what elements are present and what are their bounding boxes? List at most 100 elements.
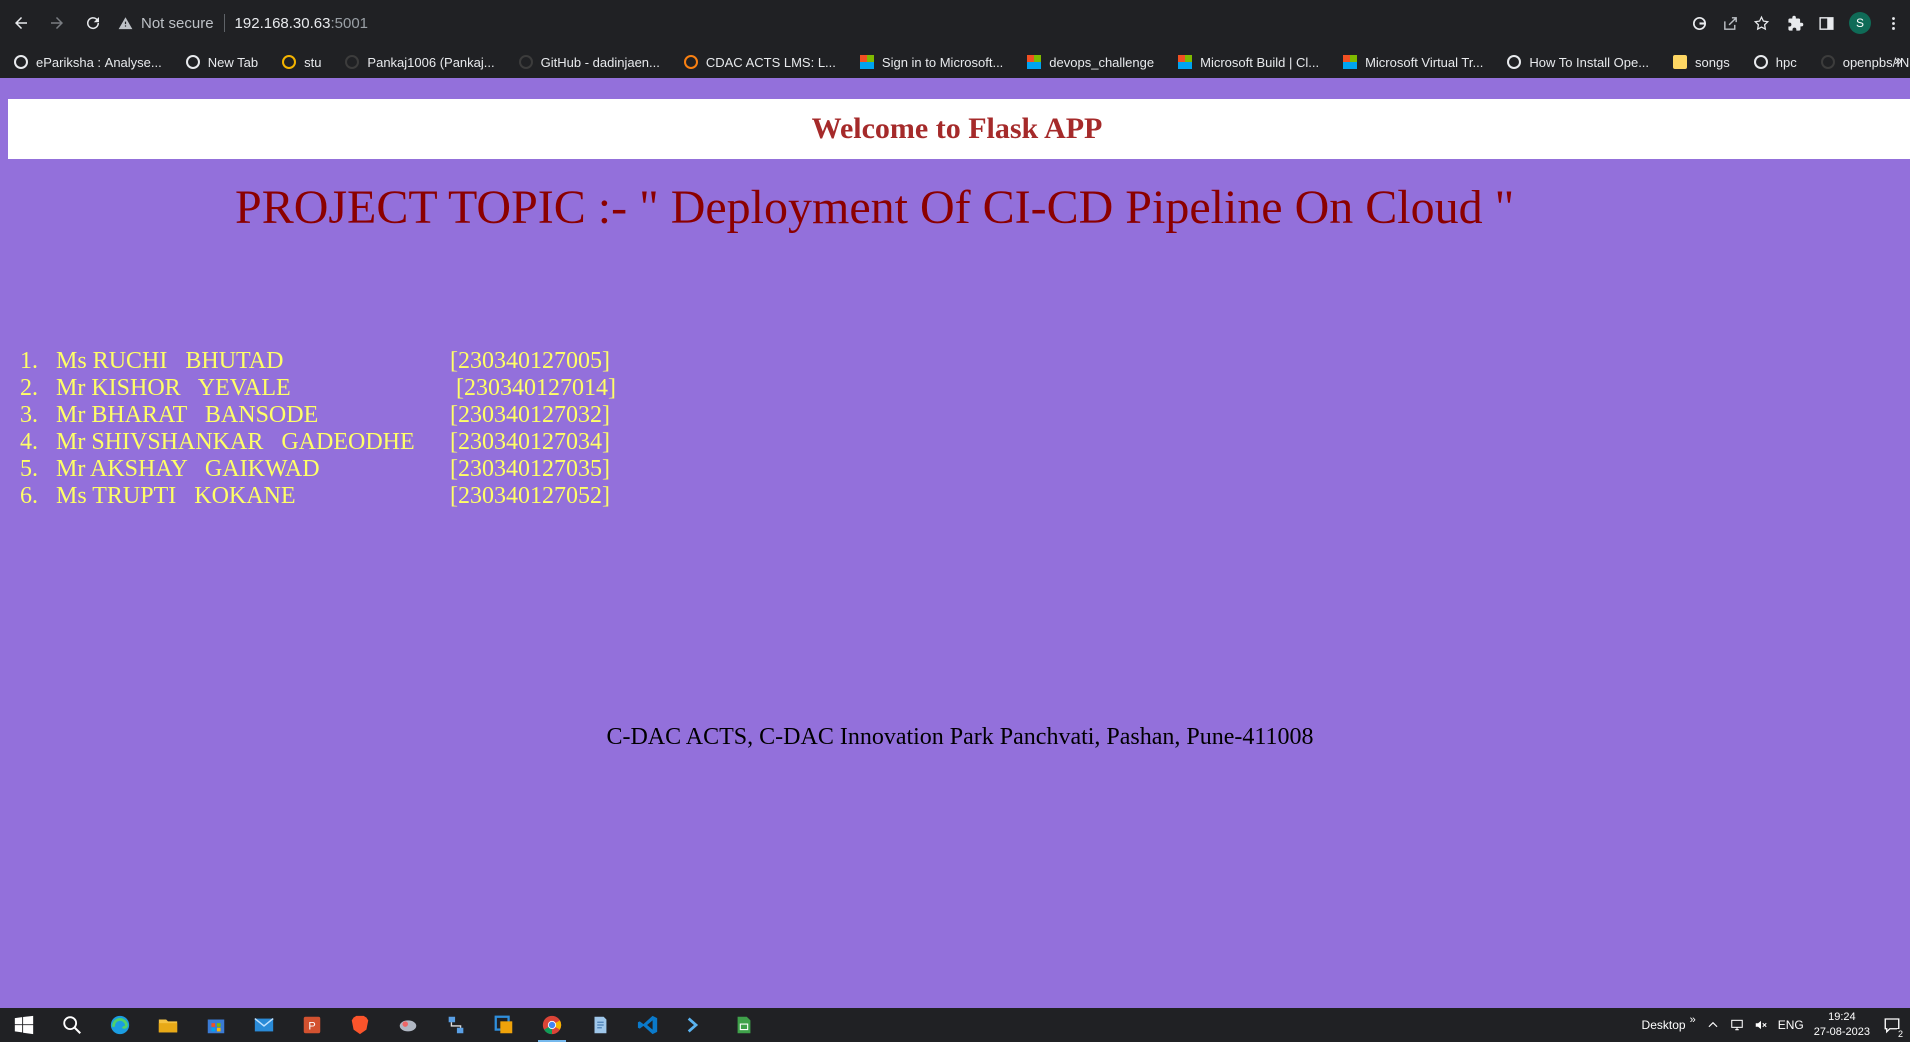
member-number: 3.: [20, 402, 38, 428]
extensions-icon[interactable]: [1787, 15, 1804, 32]
bookmark-item[interactable]: Sign in to Microsoft...: [846, 55, 1013, 70]
bookmark-item[interactable]: devops_challenge: [1013, 55, 1164, 70]
terminal-icon: [687, 1017, 699, 1033]
bookmark-item[interactable]: Microsoft Virtual Tr...: [1329, 55, 1493, 70]
site-icon: [1507, 55, 1522, 69]
bookmark-item[interactable]: How To Install Ope...: [1493, 55, 1659, 70]
member-item: 6. Ms TRUPTI KOKANE [230340127052]: [20, 483, 616, 510]
kebab-menu-icon[interactable]: [1885, 15, 1902, 32]
back-arrow-icon: [15, 17, 27, 29]
taskbar-chrome[interactable]: [528, 1008, 576, 1042]
taskbar-powerpoint[interactable]: P: [288, 1008, 336, 1042]
search-button[interactable]: [48, 1008, 96, 1042]
microsoft-icon: [859, 55, 874, 69]
member-name: Mr AKSHAY GAIKWAD: [56, 456, 320, 482]
drive-icon: [282, 55, 297, 69]
bookmark-label: hpc: [1775, 54, 1797, 70]
member-name: Mr KISHOR YEVALE: [56, 375, 291, 401]
security-label[interactable]: Not secure: [141, 15, 214, 32]
bookmark-item[interactable]: Microsoft Build | Cl...: [1164, 55, 1329, 70]
network-status-icon[interactable]: [1730, 1018, 1744, 1032]
github-icon: [518, 55, 533, 69]
image-icon: [1753, 55, 1768, 69]
url-port[interactable]: :5001: [330, 15, 368, 32]
browser-toolbar: Not secure 192.168.30.63:5001 S: [0, 0, 1910, 46]
bookmark-label: Microsoft Virtual Tr...: [1365, 54, 1484, 70]
microsoft-icon: [1343, 55, 1358, 69]
chrome-icon: [185, 55, 200, 69]
start-button[interactable]: [0, 1008, 48, 1042]
bookmark-label: GitHub - dadinjaen...: [540, 54, 660, 70]
svg-text:P: P: [308, 1021, 315, 1033]
bookmarks-bar: eParikshа : Analyse... New Tab stu Pankaj10…: [0, 46, 1910, 78]
taskbar-terminal[interactable]: [672, 1008, 720, 1042]
member-id: [230340127052]: [450, 483, 610, 509]
microsoft-icon: [1027, 55, 1042, 69]
chevron-up-icon[interactable]: [1706, 1018, 1720, 1032]
member-number: 4.: [20, 429, 38, 455]
google-lens-icon[interactable]: [1691, 15, 1708, 32]
forward-button[interactable]: [42, 8, 72, 38]
member-id: [230340127014]: [450, 375, 616, 401]
microsoft-icon: [1178, 55, 1193, 69]
taskbar-vscode[interactable]: [624, 1008, 672, 1042]
powerpoint-icon: P: [303, 1016, 321, 1034]
bookmark-star-icon[interactable]: [1753, 15, 1770, 32]
taskbar-window-app[interactable]: [480, 1008, 528, 1042]
taskbar-sheet[interactable]: [720, 1008, 768, 1042]
globe-icon: [14, 55, 28, 69]
taskbar-notepad[interactable]: [576, 1008, 624, 1042]
moodle-icon: [683, 55, 698, 69]
back-button[interactable]: [6, 8, 36, 38]
profile-avatar[interactable]: S: [1849, 12, 1871, 34]
member-name: Ms TRUPTI KOKANE: [56, 483, 296, 509]
notification-button[interactable]: 2: [1880, 1013, 1904, 1039]
volume-muted-icon[interactable]: [1754, 1018, 1768, 1032]
bookmark-item[interactable]: New Tab: [172, 55, 268, 70]
bookmark-item[interactable]: GitHub - dadinjaen...: [505, 55, 670, 70]
warning-icon[interactable]: [118, 16, 133, 31]
desktop-toolbar-label[interactable]: Desktop: [1642, 1018, 1686, 1032]
member-item: 2. Mr KISHOR YEVALE [230340127014]: [20, 375, 616, 402]
project-topic: PROJECT TOPIC :- " Deployment Of CI-CD P…: [235, 181, 1515, 234]
bookmark-item[interactable]: CDAC ACTS LMS: L...: [670, 55, 846, 70]
notepad-icon: [594, 1016, 607, 1034]
clock-date: 27-08-2023: [1813, 1026, 1870, 1038]
taskbar-file-explorer[interactable]: [144, 1008, 192, 1042]
member-list: 1. Ms RUCHI BHUTAD [230340127005] 2. Mr KISH…: [20, 348, 616, 510]
toolbar-overflow-icon[interactable]: »: [1690, 1014, 1696, 1026]
bookmark-item[interactable]: eParikshа : Analyse...: [0, 55, 172, 70]
url-host[interactable]: 192.168.30.63: [235, 15, 331, 32]
taskbar-store[interactable]: [192, 1008, 240, 1042]
chrome-icon: [542, 1015, 562, 1035]
bookmark-label: Sign in to Microsoft...: [881, 54, 1004, 70]
network-icon: [448, 1016, 464, 1034]
side-panel-icon[interactable]: [1818, 15, 1835, 32]
bookmark-item[interactable]: Pankaj1006 (Pankaj...: [331, 55, 504, 70]
taskbar-edge[interactable]: [96, 1008, 144, 1042]
bookmark-item[interactable]: hpc: [1740, 55, 1807, 70]
forward-arrow-icon: [51, 17, 63, 29]
taskbar-app-a[interactable]: [384, 1008, 432, 1042]
clock[interactable]: 19:24 27-08-2023: [1814, 1010, 1870, 1040]
app-icon: [399, 1020, 417, 1032]
taskbar-brave[interactable]: [336, 1008, 384, 1042]
notification-count: 2: [1896, 1029, 1904, 1039]
member-number: 6.: [20, 483, 38, 509]
bookmark-label: devops_challenge: [1049, 54, 1155, 70]
taskbar-mail[interactable]: [240, 1008, 288, 1042]
store-icon: [207, 1019, 225, 1034]
reload-button[interactable]: [78, 8, 108, 38]
clock-time: 19:24: [1828, 1011, 1856, 1023]
search-icon: [63, 1016, 81, 1034]
mail-icon: [254, 1018, 274, 1032]
reload-icon: [87, 17, 100, 30]
bookmark-item[interactable]: stu: [268, 55, 331, 70]
member-id: [230340127035]: [450, 456, 610, 482]
address-bar[interactable]: Not secure 192.168.30.63:5001: [108, 8, 1778, 38]
taskbar-network-app[interactable]: [432, 1008, 480, 1042]
bookmarks-overflow-icon[interactable]: »: [1894, 52, 1902, 68]
language-indicator[interactable]: ENG: [1778, 1018, 1804, 1032]
bookmark-item[interactable]: songs: [1659, 55, 1740, 70]
share-icon[interactable]: [1722, 15, 1739, 32]
